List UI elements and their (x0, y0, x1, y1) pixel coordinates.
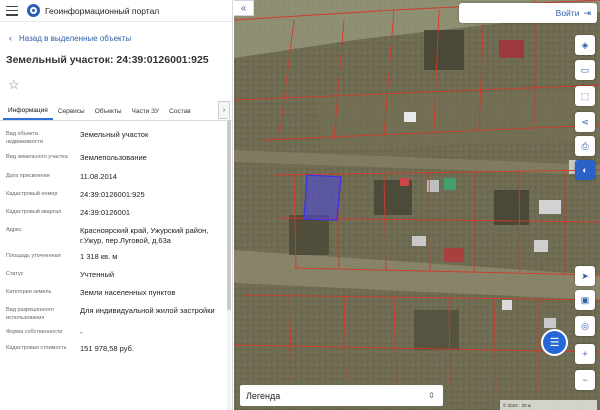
property-value: Учтенный (80, 270, 115, 279)
property-row: Кадастровая стоимость 151 978,58 руб. (6, 344, 226, 354)
property-row: Форма собственности - (6, 328, 226, 338)
property-key: Вид объекта недвижимости (6, 131, 44, 145)
property-value: Земли населенных пунктов (80, 288, 176, 297)
tab-bar: Информация Сервисы Объекты Части ЗУ Сост… (0, 101, 232, 121)
basemap-icon[interactable]: ▣ (575, 290, 595, 310)
property-key: Категория земель (6, 289, 52, 295)
tabs-next-button[interactable]: › (218, 101, 230, 119)
back-link-label: Назад в выделенные объекты (19, 33, 132, 43)
print-icon[interactable]: ⎙ (575, 136, 595, 156)
layers-icon[interactable]: ◈ (575, 35, 595, 55)
info-panel: Геоинформационный портал ‹ Назад в выдел… (0, 0, 233, 410)
property-value: - (80, 328, 83, 337)
zoom-to-extent-icon[interactable]: ◎ (575, 316, 595, 336)
property-row: Кадастровый квартал 24:39:0126001 (6, 208, 226, 218)
map-scale: © 2023 · 20 м (500, 400, 597, 410)
property-key: Площадь уточненная (6, 253, 61, 259)
chevron-updown-icon: ⇳ (428, 391, 435, 400)
property-key: Кадастровый квартал (6, 209, 62, 215)
tab-objects[interactable]: Объекты (90, 108, 127, 120)
tab-services[interactable]: Сервисы (53, 108, 90, 120)
property-row: Площадь уточненная 1 318 кв. м (6, 252, 226, 262)
tab-info[interactable]: Информация (3, 107, 53, 120)
collapse-panel-button[interactable]: « (234, 0, 254, 16)
map-mode-icon[interactable]: ▭ (575, 60, 595, 80)
property-value: 11.08.2014 (80, 172, 117, 181)
app-root: Геоинформационный портал ‹ Назад в выдел… (0, 0, 600, 410)
property-row: Вид земельного участка Землепользование (6, 153, 226, 163)
property-key: Кадастровый номер (6, 191, 58, 197)
portal-logo-icon (27, 4, 40, 17)
property-value: Земельный участок (80, 130, 149, 139)
property-key: Вид разрешенного использования (6, 307, 54, 321)
property-row: Статус Учтенный (6, 270, 226, 280)
chevron-left-icon: ‹ (9, 33, 12, 43)
property-value: 1 318 кв. м (80, 252, 118, 261)
menu-icon[interactable] (6, 5, 18, 16)
property-row: Вид разрешенного использования Для индив… (6, 306, 226, 322)
scrollbar-thumb[interactable] (227, 120, 231, 310)
property-key: Статус (6, 271, 24, 277)
property-value: Для индивидуальной жилой застройки (80, 306, 215, 315)
zoom-out-icon[interactable]: − (575, 370, 595, 390)
back-link[interactable]: ‹ Назад в выделенные объекты (0, 27, 232, 49)
chat-icon[interactable]: ☰ (541, 329, 568, 356)
property-key: Дата присвоения (6, 173, 50, 179)
tab-composition[interactable]: Состав (164, 108, 196, 120)
property-key: Кадастровая стоимость (6, 345, 67, 351)
property-row: Кадастровый номер 24:39:0126001:925 (6, 190, 226, 200)
selected-parcel[interactable] (303, 174, 342, 221)
property-key: Вид земельного участка (6, 154, 68, 160)
property-value: 151 978,58 руб. (80, 344, 134, 353)
favorite-star-icon[interactable]: ☆ (8, 78, 22, 92)
property-value: 24:39:0126001:925 (80, 190, 145, 199)
zoom-in-icon[interactable]: + (575, 344, 595, 364)
property-value: 24:39:0126001 (80, 208, 131, 217)
app-title: Геоинформационный портал (45, 5, 160, 16)
select-area-icon[interactable]: ⬚ (575, 86, 595, 106)
page-title: Земельный участок: 24:39:0126001:925 (6, 54, 209, 66)
scale-text: © 2023 · 20 м (503, 402, 531, 408)
share-icon[interactable]: ⋖ (575, 112, 595, 132)
property-key: Адрес (6, 227, 22, 233)
legend-select[interactable]: Легенда ⇳ (240, 385, 443, 406)
property-row: Дата присвоения 11.08.2014 (6, 172, 226, 182)
tracking-icon[interactable]: ◐ (575, 160, 595, 180)
legend-label: Легенда (246, 390, 281, 401)
property-row: Категория земель Земли населенных пункто… (6, 288, 226, 298)
locate-me-icon[interactable]: ➤ (575, 266, 595, 286)
property-list: Вид объекта недвижимости Земельный участ… (0, 121, 232, 354)
login-label: Войти (555, 8, 580, 18)
property-key: Форма собственности (6, 329, 63, 335)
property-value: Землепользование (80, 153, 147, 162)
property-row: Вид объекта недвижимости Земельный участ… (6, 130, 226, 146)
tab-parts[interactable]: Части ЗУ (127, 108, 165, 120)
login-icon: ⇥ (583, 7, 591, 18)
login-button[interactable]: Войти ⇥ (459, 3, 597, 23)
property-value: Красноярский край, Ужурский район, г.Ужу… (80, 226, 209, 245)
top-bar: Геоинформационный портал (0, 0, 232, 22)
property-row: Адрес Красноярский край, Ужурский район,… (6, 226, 226, 246)
